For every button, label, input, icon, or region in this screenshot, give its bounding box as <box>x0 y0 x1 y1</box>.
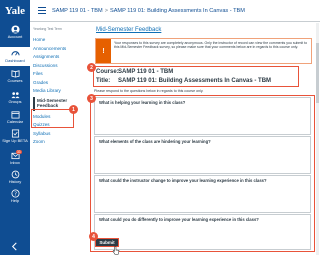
signup-icon <box>11 129 19 138</box>
collapse-nav-icon[interactable] <box>10 242 19 251</box>
breadcrumb-bar: SAMP 119 01 - TBM > SAMP 119 01: Building … <box>30 0 320 22</box>
course-nav-zoom[interactable]: Zoom <box>33 138 88 147</box>
course-nav-home[interactable]: Home <box>33 36 88 45</box>
term-label: Yearlong Test Term <box>33 27 62 31</box>
course-label: Course: <box>96 69 119 76</box>
course-nav-syllabus[interactable]: Syllabus <box>33 130 88 139</box>
question-textarea[interactable]: What could you do differently to improve… <box>94 214 311 250</box>
callout-badge-3: 3 <box>87 94 96 103</box>
scrollbar-thumb[interactable] <box>316 43 319 103</box>
global-nav-inbox[interactable]: Inbox 33 <box>0 150 30 169</box>
course-nav-announcements[interactable]: Announcements <box>33 45 88 54</box>
course-nav-discussions[interactable]: Discussions <box>33 62 88 71</box>
breadcrumb-current-page[interactable]: SAMP 119 01: Building Assessments In Can… <box>110 8 245 14</box>
inbox-unread-badge: 33 <box>16 150 22 154</box>
global-nav-label: Calendar <box>6 119 24 124</box>
page-scrollbar[interactable] <box>316 23 319 255</box>
callout-badge-2: 2 <box>87 63 96 72</box>
course-value: SAMP 119 01 - TBM <box>118 69 174 76</box>
global-nav-label: Account <box>7 34 23 39</box>
course-nav-media-library[interactable]: Media Library <box>33 87 88 96</box>
course-nav: Yearlong Test Term Home Announcements As… <box>33 26 88 147</box>
callout-badge-4: 4 <box>89 232 98 241</box>
yale-logo[interactable]: Yale <box>0 0 30 22</box>
global-nav-courses[interactable]: Courses <box>0 69 30 88</box>
questions-form: What is helping your learning in this cl… <box>90 95 315 252</box>
question-textarea[interactable]: What elements of the class are hindering… <box>94 136 311 174</box>
notice-text: Your responses to this survey are comple… <box>114 41 308 50</box>
global-nav-label: Sign Up BETA <box>2 138 28 143</box>
breadcrumb-separator: > <box>104 7 108 14</box>
course-nav-assignments[interactable]: Assignments <box>33 53 88 62</box>
global-nav-label: Inbox <box>10 160 20 165</box>
title-label: Title: <box>96 77 111 84</box>
courses-icon <box>10 70 20 78</box>
course-nav-files[interactable]: Files <box>33 70 88 79</box>
global-nav-signup[interactable]: Sign Up BETA <box>0 129 30 149</box>
global-nav-label: Help <box>10 198 20 203</box>
hand-cursor-icon <box>112 246 120 255</box>
warning-icon: ! <box>96 39 111 63</box>
question-label: What could you do differently to improve… <box>99 217 259 222</box>
breadcrumb: SAMP 119 01 - TBM > SAMP 119 01: Building … <box>52 8 245 14</box>
global-nav-account[interactable]: Account <box>0 25 30 45</box>
instructions: Please respond to the questions below in… <box>94 89 204 93</box>
question-textarea[interactable]: What is helping your learning in this cl… <box>94 97 311 135</box>
callout-highlight-nav <box>31 109 74 128</box>
breadcrumb-course-link[interactable]: SAMP 119 01 - TBM <box>52 8 103 14</box>
title-value: SAMP 119 01: Building Assessments In Can… <box>118 77 272 84</box>
global-nav-label: Courses <box>7 78 23 83</box>
global-nav-history[interactable]: History <box>0 170 30 188</box>
global-nav-groups[interactable]: Groups <box>0 90 30 109</box>
global-nav-label: History <box>8 179 22 184</box>
global-nav-calendar[interactable]: Calendar <box>0 110 30 128</box>
history-icon <box>11 170 19 179</box>
question-label: What elements of the class are hindering… <box>99 139 211 144</box>
svg-text:?: ? <box>14 191 17 197</box>
question-label: What could the instructor change to impr… <box>99 178 267 183</box>
global-nav: Yale Account Dashboard Courses Groups Ca… <box>0 0 30 255</box>
dashboard-icon <box>10 51 20 56</box>
course-info: Course: SAMP 119 01 - TBM Title: SAMP 11… <box>93 66 299 87</box>
question-textarea[interactable]: What could the instructor change to impr… <box>94 175 311 213</box>
course-nav-grades[interactable]: Grades <box>33 79 88 88</box>
anonymity-notice: ! Your responses to this survey are comp… <box>95 38 312 64</box>
question-label: What is helping your learning in this cl… <box>99 100 186 105</box>
account-icon <box>10 25 20 34</box>
global-nav-dashboard[interactable]: Dashboard <box>0 47 30 66</box>
groups-icon <box>10 92 20 99</box>
calendar-icon <box>10 111 20 119</box>
global-nav-label: Dashboard <box>5 58 25 63</box>
global-nav-label: Groups <box>8 99 22 104</box>
help-icon: ? <box>10 189 20 198</box>
page-title: Mid-Semester Feedback <box>96 27 162 33</box>
global-nav-help[interactable]: ? Help <box>0 189 30 207</box>
course-menu-toggle-icon[interactable] <box>38 7 46 14</box>
callout-badge-1: 1 <box>69 105 78 114</box>
